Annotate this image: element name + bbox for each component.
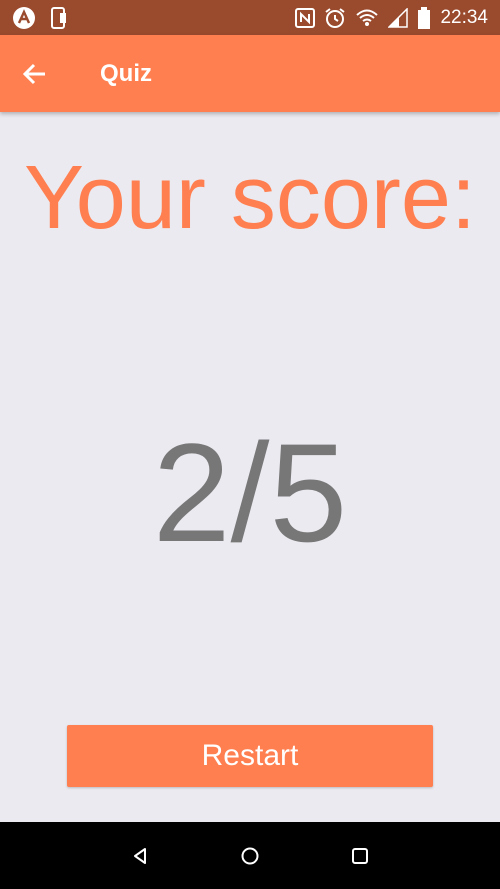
score-heading: Your score: (24, 148, 476, 248)
home-circle-icon (240, 846, 260, 866)
app-title: Quiz (100, 59, 152, 87)
nav-recents-button[interactable] (340, 836, 380, 876)
nav-home-button[interactable] (230, 836, 270, 876)
restart-button[interactable]: Restart (67, 725, 433, 787)
app-bar: Quiz (0, 35, 500, 112)
phone-icon (50, 6, 68, 29)
signal-icon (388, 7, 409, 28)
back-button[interactable] (0, 35, 70, 112)
alarm-icon (324, 7, 346, 29)
status-left (0, 6, 68, 30)
arrow-back-icon (22, 61, 48, 87)
nav-back-button[interactable] (120, 836, 160, 876)
battery-icon (417, 6, 431, 29)
status-bar: 22:34 (0, 0, 500, 35)
navigation-bar (0, 822, 500, 889)
wifi-icon (355, 7, 379, 29)
back-triangle-icon (130, 846, 150, 866)
recents-square-icon (350, 846, 370, 866)
score-value: 2/5 (152, 414, 348, 571)
status-time: 22:34 (440, 6, 488, 28)
nfc-icon (295, 7, 316, 28)
status-right: 22:34 (295, 6, 500, 29)
app-logo-icon (12, 6, 36, 30)
